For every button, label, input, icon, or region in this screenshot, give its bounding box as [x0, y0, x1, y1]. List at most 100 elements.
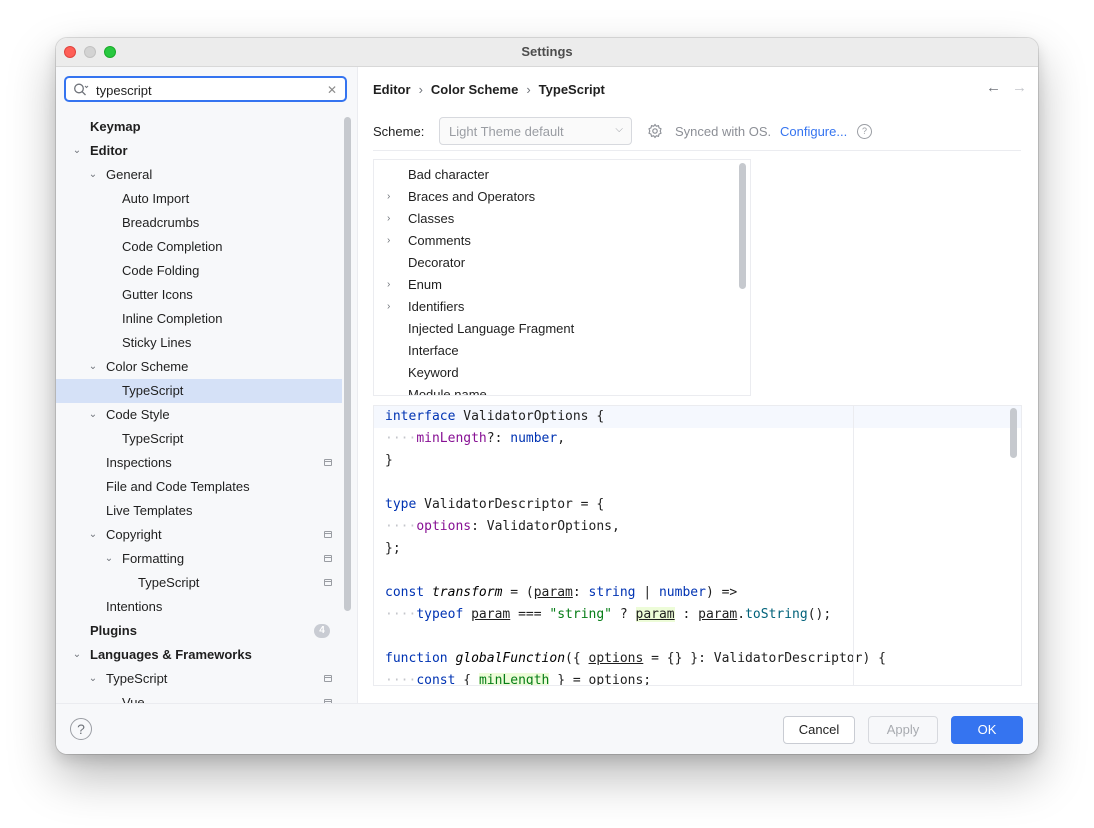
sidebar-item[interactable]: Gutter Icons	[56, 283, 342, 307]
code-text: ····const { minLength } = options;	[385, 673, 652, 686]
sidebar-item-label: Auto Import	[122, 191, 190, 206]
sidebar-item-label: Code Style	[106, 407, 170, 422]
search-icon[interactable]	[73, 82, 89, 98]
chevron-down-icon[interactable]: ⌄	[87, 523, 99, 547]
cancel-button[interactable]: Cancel	[783, 716, 855, 744]
sidebar-item[interactable]: Vue	[56, 691, 342, 703]
sidebar-item[interactable]: Plugins 4	[56, 619, 342, 643]
code-text: ····typeof param === "string" ? param : …	[385, 607, 832, 622]
code-text: const transform = (param: string | numbe…	[385, 585, 738, 600]
category-scrollbar[interactable]	[739, 163, 746, 289]
code-line: type ValidatorDescriptor = {	[374, 494, 1021, 516]
sidebar-item[interactable]: Code Completion	[56, 235, 342, 259]
category-label: Classes	[408, 211, 455, 226]
sidebar-item[interactable]: Live Templates	[56, 499, 342, 523]
settings-sidebar: ✕ Keymap ⌄ Editor ⌄ General Auto Import Breadc…	[56, 67, 358, 703]
chevron-right-icon[interactable]: ›	[387, 208, 390, 230]
chevron-down-icon[interactable]: ⌄	[87, 403, 99, 427]
search-input[interactable]	[96, 81, 316, 99]
category-item[interactable]: Module name	[374, 384, 734, 395]
chevron-right-icon[interactable]: ›	[387, 230, 390, 252]
breadcrumb-separator: ›	[418, 82, 423, 97]
chevron-right-icon[interactable]: ›	[387, 186, 390, 208]
category-item[interactable]: Injected Language Fragment	[374, 318, 734, 340]
sidebar-item[interactable]: ⌄ Editor	[56, 139, 342, 163]
help-icon[interactable]: ?	[857, 124, 872, 139]
code-text: ····options: ValidatorOptions,	[385, 519, 620, 534]
sidebar-item[interactable]: Inspections	[56, 451, 342, 475]
chevron-down-icon[interactable]: ⌄	[87, 163, 99, 187]
category-label: Identifiers	[408, 299, 465, 314]
sidebar-item-label: General	[106, 167, 153, 182]
code-scrollbar[interactable]	[1010, 408, 1017, 458]
sidebar-item[interactable]: TypeScript	[56, 571, 342, 595]
category-item[interactable]: › Identifiers	[374, 296, 734, 318]
sidebar-item[interactable]: Intentions	[56, 595, 342, 619]
category-item[interactable]: Interface	[374, 340, 734, 362]
dialog-footer: ? Cancel Apply OK	[56, 703, 1038, 754]
chevron-down-icon[interactable]: ⌄	[71, 643, 83, 667]
clear-search-icon[interactable]: ✕	[327, 83, 337, 97]
code-line: function globalFunction({ options = {} }…	[374, 648, 1021, 670]
sidebar-item[interactable]: Sticky Lines	[56, 331, 342, 355]
category-item[interactable]: Bad character	[374, 164, 734, 186]
sidebar-item[interactable]: TypeScript	[56, 427, 342, 451]
project-level-icon	[324, 555, 332, 562]
breadcrumb-separator: ›	[526, 82, 531, 97]
code-text: type ValidatorDescriptor = {	[385, 497, 605, 512]
chevron-down-icon[interactable]: ⌄	[103, 547, 115, 571]
sidebar-item[interactable]: ⌄ Copyright	[56, 523, 342, 547]
sidebar-item[interactable]: ⌄ Code Style	[56, 403, 342, 427]
category-item[interactable]: Decorator	[374, 252, 734, 274]
sidebar-item[interactable]: Breadcrumbs	[56, 211, 342, 235]
sidebar-item[interactable]: File and Code Templates	[56, 475, 342, 499]
search-box[interactable]: ✕	[64, 76, 347, 102]
category-label: Bad character	[408, 167, 489, 182]
category-item[interactable]: › Enum	[374, 274, 734, 296]
category-item[interactable]: › Braces and Operators	[374, 186, 734, 208]
sidebar-item[interactable]: Keymap	[56, 115, 342, 139]
category-item[interactable]: › Classes	[374, 208, 734, 230]
chevron-right-icon[interactable]: ›	[387, 296, 390, 318]
category-label: Decorator	[408, 255, 466, 270]
chevron-right-icon[interactable]: ›	[387, 274, 390, 296]
sidebar-item[interactable]: TypeScript	[56, 379, 342, 403]
help-button[interactable]: ?	[70, 718, 92, 740]
code-text: };	[385, 541, 401, 556]
apply-button[interactable]: Apply	[868, 716, 938, 744]
scheme-dropdown[interactable]: Light Theme default ⌵	[439, 117, 632, 145]
arrow-left-icon[interactable]: ←	[986, 79, 1001, 96]
sidebar-item[interactable]: ⌄ Color Scheme	[56, 355, 342, 379]
ok-button[interactable]: OK	[951, 716, 1023, 744]
sidebar-item[interactable]: Inline Completion	[56, 307, 342, 331]
code-preview[interactable]: ····const { minLength } = options; functi…	[373, 405, 1022, 686]
code-line: interface ValidatorOptions {	[374, 406, 1021, 428]
category-item[interactable]: Keyword	[374, 362, 734, 384]
configure-link[interactable]: Configure...	[780, 124, 847, 139]
sidebar-item-label: Keymap	[90, 119, 141, 134]
sidebar-item[interactable]: ⌄ Languages & Frameworks	[56, 643, 342, 667]
chevron-down-icon[interactable]: ⌄	[71, 139, 83, 163]
sidebar-item-label: File and Code Templates	[106, 479, 250, 494]
project-level-icon	[324, 459, 332, 466]
gear-icon[interactable]	[647, 123, 663, 139]
sidebar-item-label: Formatting	[122, 551, 185, 566]
sidebar-item[interactable]: ⌄ Formatting	[56, 547, 342, 571]
category-label: Keyword	[408, 365, 459, 380]
code-text: interface ValidatorOptions {	[385, 409, 605, 424]
chevron-down-icon[interactable]: ⌄	[87, 667, 99, 691]
sidebar-item[interactable]: Auto Import	[56, 187, 342, 211]
color-category-list: Module name Keyword Interface Injected Lang…	[373, 159, 751, 396]
chevron-down-icon: ⌵	[615, 124, 623, 135]
sidebar-item[interactable]: Code Folding	[56, 259, 342, 283]
arrow-right-icon[interactable]: →	[1012, 79, 1027, 96]
sidebar-scrollbar[interactable]	[344, 117, 351, 611]
sidebar-item[interactable]: ⌄ General	[56, 163, 342, 187]
code-line: ····minLength?: number,	[374, 428, 1021, 450]
chevron-down-icon[interactable]: ⌄	[87, 355, 99, 379]
code-text: }	[385, 453, 393, 468]
window-title: Settings	[521, 44, 573, 59]
category-item[interactable]: › Comments	[374, 230, 734, 252]
sidebar-item[interactable]: ⌄ TypeScript	[56, 667, 342, 691]
